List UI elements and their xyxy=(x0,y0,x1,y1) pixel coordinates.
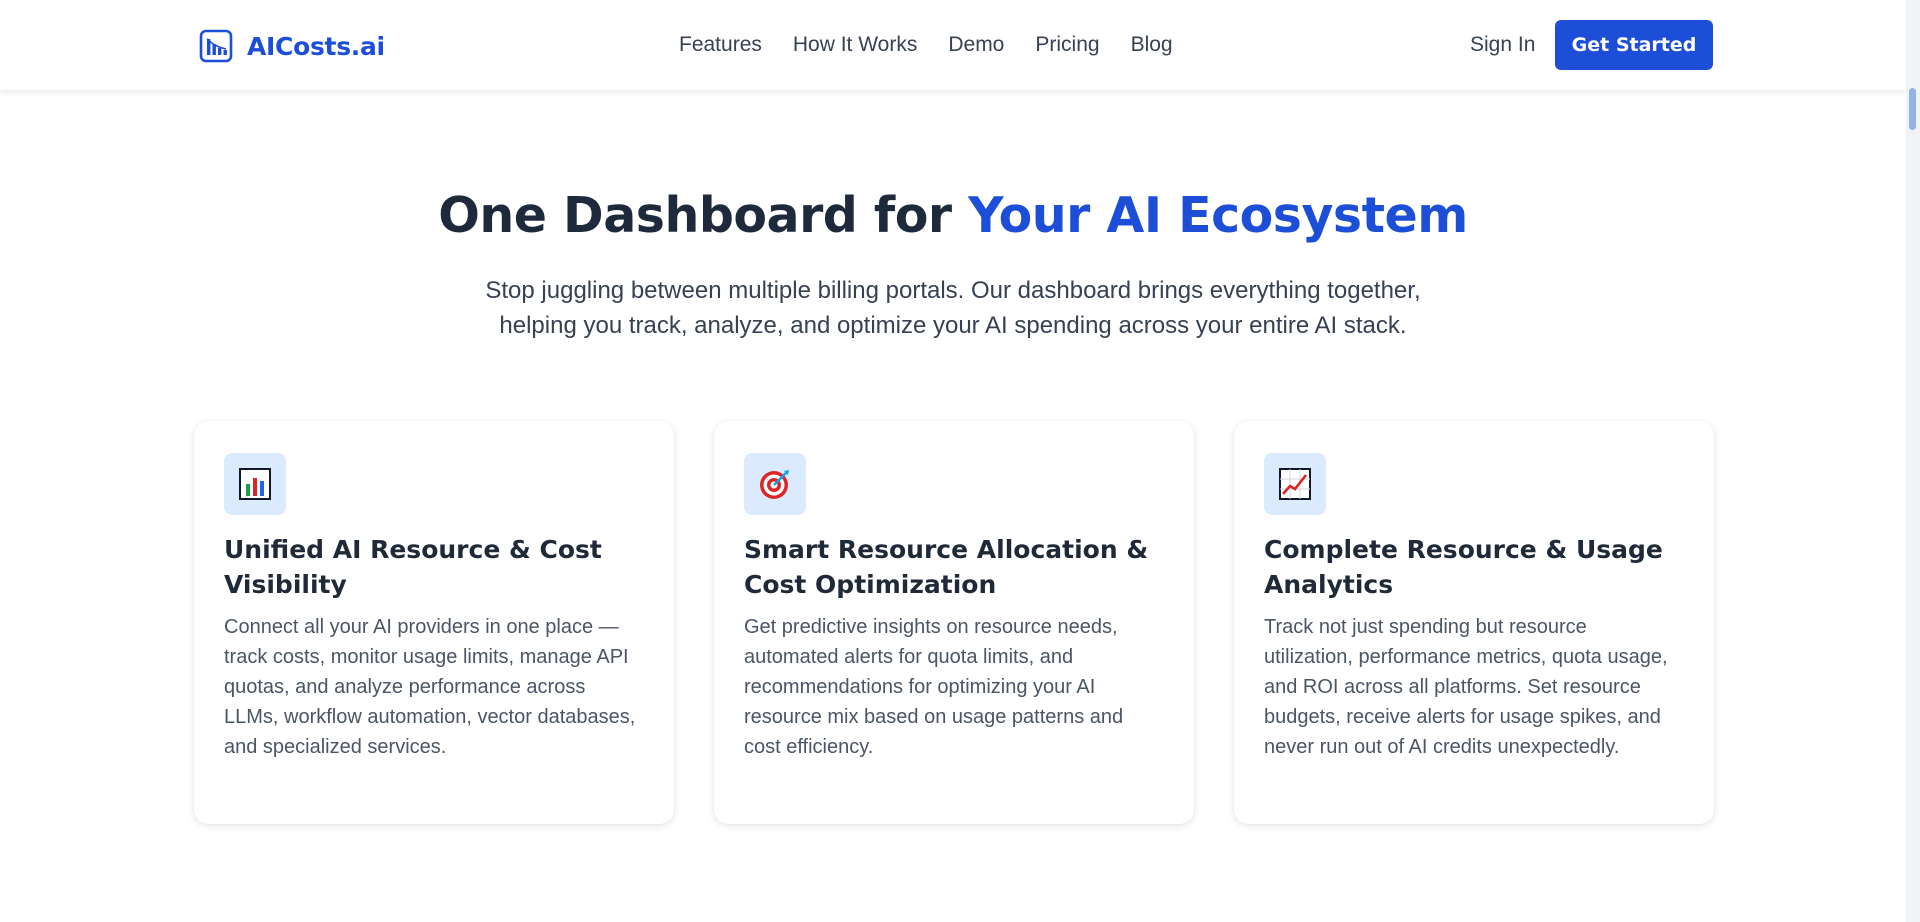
feature-description: Connect all your AI providers in one pla… xyxy=(224,616,636,758)
hero-subtitle: Stop juggling between multiple billing p… xyxy=(485,277,1421,339)
feature-icon-tile xyxy=(224,453,286,515)
scrollbar-thumb[interactable] xyxy=(1909,88,1916,130)
hero-title-prefix: One Dashboard for xyxy=(438,187,969,244)
main-nav: Features How It Works Demo Pricing Blog xyxy=(679,31,1173,59)
target-icon xyxy=(760,470,789,499)
hero-title-accent: Your AI Ecosystem xyxy=(968,187,1468,244)
logo-text: AICosts.ai xyxy=(247,31,385,61)
feature-icon-tile xyxy=(1264,453,1326,515)
site-header: AICosts.ai Features How It Works Demo Pr… xyxy=(0,0,1906,90)
feature-description: Get predictive insights on resource need… xyxy=(744,616,1124,758)
nav-link-blog[interactable]: Blog xyxy=(1131,31,1173,59)
feature-title: Smart Resource Allocation & Cost Optimiz… xyxy=(744,535,1149,599)
feature-card-smart-allocation: Smart Resource Allocation & Cost Optimiz… xyxy=(714,421,1194,824)
nav-link-pricing[interactable]: Pricing xyxy=(1035,31,1099,59)
feature-icon-tile xyxy=(744,453,806,515)
bar-chart-icon xyxy=(239,468,271,500)
feature-description: Track not just spending but resource uti… xyxy=(1264,616,1668,758)
nav-link-demo[interactable]: Demo xyxy=(948,31,1004,59)
page-scrollbar[interactable] xyxy=(1906,0,1920,922)
sign-in-link[interactable]: Sign In xyxy=(1470,31,1535,59)
bar-chart-logo-icon xyxy=(199,29,233,63)
trending-up-chart-icon xyxy=(1279,468,1311,500)
hero-title: One Dashboard for Your AI Ecosystem xyxy=(0,184,1906,248)
feature-card-usage-analytics: Complete Resource & Usage Analytics Trac… xyxy=(1234,421,1714,824)
page: AICosts.ai Features How It Works Demo Pr… xyxy=(0,0,1920,922)
feature-title: Complete Resource & Usage Analytics xyxy=(1264,535,1663,599)
nav-link-how-it-works[interactable]: How It Works xyxy=(793,31,917,59)
get-started-button[interactable]: Get Started xyxy=(1555,20,1713,70)
feature-card-unified-visibility: Unified AI Resource & Cost Visibility Co… xyxy=(194,421,674,824)
nav-link-features[interactable]: Features xyxy=(679,31,762,59)
logo-link[interactable]: AICosts.ai xyxy=(199,29,385,63)
feature-title: Unified AI Resource & Cost Visibility xyxy=(224,535,602,599)
